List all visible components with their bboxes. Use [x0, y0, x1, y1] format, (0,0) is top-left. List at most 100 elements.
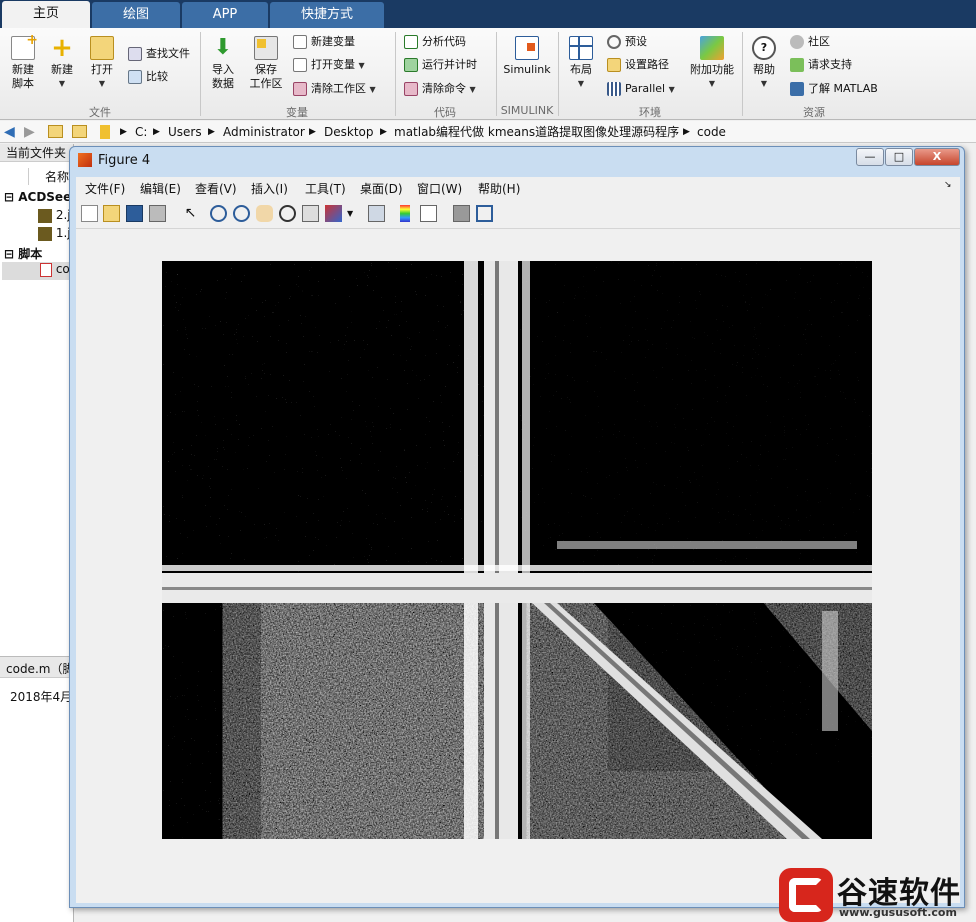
link-plot-icon[interactable] — [368, 205, 385, 222]
run-timed-button[interactable]: 运行并计时 — [404, 56, 477, 74]
breadcrumb-separator-icon: ▶ — [153, 127, 160, 137]
collapse-icon: ⊟ — [4, 247, 19, 261]
group-acdsee[interactable]: ⊟ ACDSee — [4, 190, 71, 204]
zoom-out-icon[interactable] — [233, 205, 250, 222]
back-arrow-icon[interactable]: ◀ — [4, 121, 15, 143]
image-file-icon — [38, 208, 52, 223]
simulink-button[interactable]: Simulink — [502, 36, 552, 77]
layout-icon — [569, 36, 593, 60]
group-scripts[interactable]: ⊟ 脚本 — [4, 245, 42, 262]
breadcrumb-code[interactable]: code — [697, 121, 726, 143]
new-script-icon: + — [11, 33, 38, 60]
new-variable-button[interactable]: 新建变量 — [293, 33, 355, 51]
menu-insert[interactable]: 插入(I) — [251, 180, 288, 197]
group-label-environment: 环境 — [639, 106, 661, 119]
details-title: code.m（脚 — [0, 656, 74, 678]
forward-arrow-icon[interactable]: ▶ — [24, 121, 35, 143]
panel-title: 当前文件夹 — [0, 144, 73, 162]
group-label-variable: 变量 — [286, 106, 308, 119]
zoom-in-icon[interactable] — [210, 205, 227, 222]
menu-desktop[interactable]: 桌面(D) — [360, 180, 403, 197]
tab-apps[interactable]: APP — [182, 2, 268, 28]
maximize-button[interactable]: □ — [885, 148, 913, 166]
import-arrow-icon: ⬇ — [213, 35, 233, 60]
tab-plots[interactable]: 绘图 — [92, 2, 180, 28]
watermark-url: www.gususoft.com — [839, 906, 957, 919]
analyze-code-button[interactable]: 分析代码 — [404, 33, 466, 51]
list-item-selected[interactable]: co — [2, 262, 74, 280]
open-button[interactable]: 打开 ▼ — [86, 36, 118, 91]
parallel-button[interactable]: Parallel ▼ — [607, 80, 675, 98]
segmented-road-image — [162, 261, 872, 839]
run-timed-icon — [404, 58, 418, 72]
up-folder-icon[interactable] — [48, 125, 63, 138]
ribbon-tab-bar: 主页 绘图 APP 快捷方式 — [0, 0, 976, 28]
breadcrumb-separator-icon: ▶ — [683, 127, 690, 137]
brush-icon[interactable] — [325, 205, 342, 222]
breadcrumb-project-folder[interactable]: matlab编程代做 kmeans道路提取图像处理源码程序 — [394, 121, 679, 143]
clear-workspace-button[interactable]: 清除工作区 ▼ — [293, 80, 376, 98]
pan-hand-icon[interactable] — [256, 205, 273, 222]
community-button[interactable]: 社区 — [790, 33, 830, 51]
breadcrumb-separator-icon: ▶ — [208, 127, 215, 137]
menu-help[interactable]: 帮助(H) — [478, 180, 520, 197]
open-variable-button[interactable]: 打开变量 ▼ — [293, 56, 365, 74]
hide-plot-tools-icon[interactable] — [453, 205, 470, 222]
layout-button[interactable]: 布局 ▼ — [564, 36, 598, 91]
folder-icon — [90, 36, 114, 60]
dock-arrow-icon[interactable]: ↘ — [944, 180, 952, 190]
chevron-down-icon[interactable]: ▼ — [347, 205, 355, 222]
menu-tools[interactable]: 工具(T) — [305, 180, 346, 197]
new-script-button[interactable]: + 新建 脚本 — [6, 33, 40, 91]
pointer-icon[interactable]: ↖ — [182, 205, 199, 222]
clear-commands-button[interactable]: 清除命令 ▼ — [404, 80, 476, 98]
breadcrumb-drive[interactable]: C: — [135, 121, 147, 143]
help-button[interactable]: ? 帮助 ▼ — [748, 36, 780, 91]
menu-file[interactable]: 文件(F) — [85, 180, 125, 197]
collapse-icon: ⊟ — [4, 190, 19, 204]
show-plot-tools-icon[interactable] — [476, 205, 493, 222]
compare-button[interactable]: 比较 — [128, 68, 168, 86]
save-icon[interactable] — [126, 205, 143, 222]
menu-view[interactable]: 查看(V) — [195, 180, 237, 197]
colorbar-icon[interactable] — [400, 205, 410, 222]
breadcrumb-desktop[interactable]: Desktop — [324, 121, 374, 143]
request-support-button[interactable]: 请求支持 — [790, 56, 852, 74]
image-file-icon — [38, 226, 52, 241]
preferences-button[interactable]: 预设 — [607, 33, 647, 51]
watermark: 谷速软件 www.gususoft.com — [777, 868, 976, 922]
figure-title: Figure 4 — [98, 153, 151, 168]
eraser-icon — [293, 82, 307, 96]
import-data-button[interactable]: ⬇ 导入 数据 — [206, 36, 240, 91]
close-button[interactable]: X — [914, 148, 960, 166]
print-icon[interactable] — [149, 205, 166, 222]
folder-icon — [607, 58, 621, 72]
addons-button[interactable]: 附加功能 ▼ — [687, 36, 737, 91]
legend-icon[interactable] — [420, 205, 437, 222]
matlab-logo-icon — [78, 153, 92, 167]
new-button[interactable]: + 新建 ▼ — [46, 35, 78, 91]
list-item[interactable]: 1.j — [38, 226, 71, 241]
minimize-button[interactable]: — — [856, 148, 884, 166]
watermark-logo — [779, 868, 833, 922]
list-item[interactable]: 2.j — [38, 208, 71, 223]
community-people-icon — [790, 35, 804, 49]
menu-window[interactable]: 窗口(W) — [417, 180, 462, 197]
tab-home[interactable]: 主页 — [2, 1, 90, 28]
menu-edit[interactable]: 编辑(E) — [140, 180, 181, 197]
find-files-button[interactable]: 查找文件 — [128, 45, 190, 63]
data-cursor-icon[interactable] — [302, 205, 319, 222]
save-workspace-button[interactable]: 保存 工作区 — [246, 36, 286, 91]
tab-shortcuts[interactable]: 快捷方式 — [270, 2, 384, 28]
browse-folder-icon[interactable] — [72, 125, 87, 138]
new-figure-icon[interactable] — [81, 205, 98, 222]
column-header-name[interactable]: 名称 — [28, 168, 69, 185]
open-file-icon[interactable] — [103, 205, 120, 222]
ribbon-toolstrip: + 新建 脚本 + 新建 ▼ 打开 ▼ 查找文件 比较 文件 ⬇ 导入 数据 保存 … — [0, 28, 976, 120]
figure-menubar: 文件(F) 编辑(E) 查看(V) 插入(I) 工具(T) 桌面(D) 窗口(W… — [76, 177, 960, 199]
set-path-button[interactable]: 设置路径 — [607, 56, 669, 74]
breadcrumb-users[interactable]: Users — [168, 121, 202, 143]
breadcrumb-administrator[interactable]: Administrator — [223, 121, 305, 143]
learn-matlab-button[interactable]: 了解 MATLAB — [790, 80, 878, 98]
rotate-3d-icon[interactable] — [279, 205, 296, 222]
